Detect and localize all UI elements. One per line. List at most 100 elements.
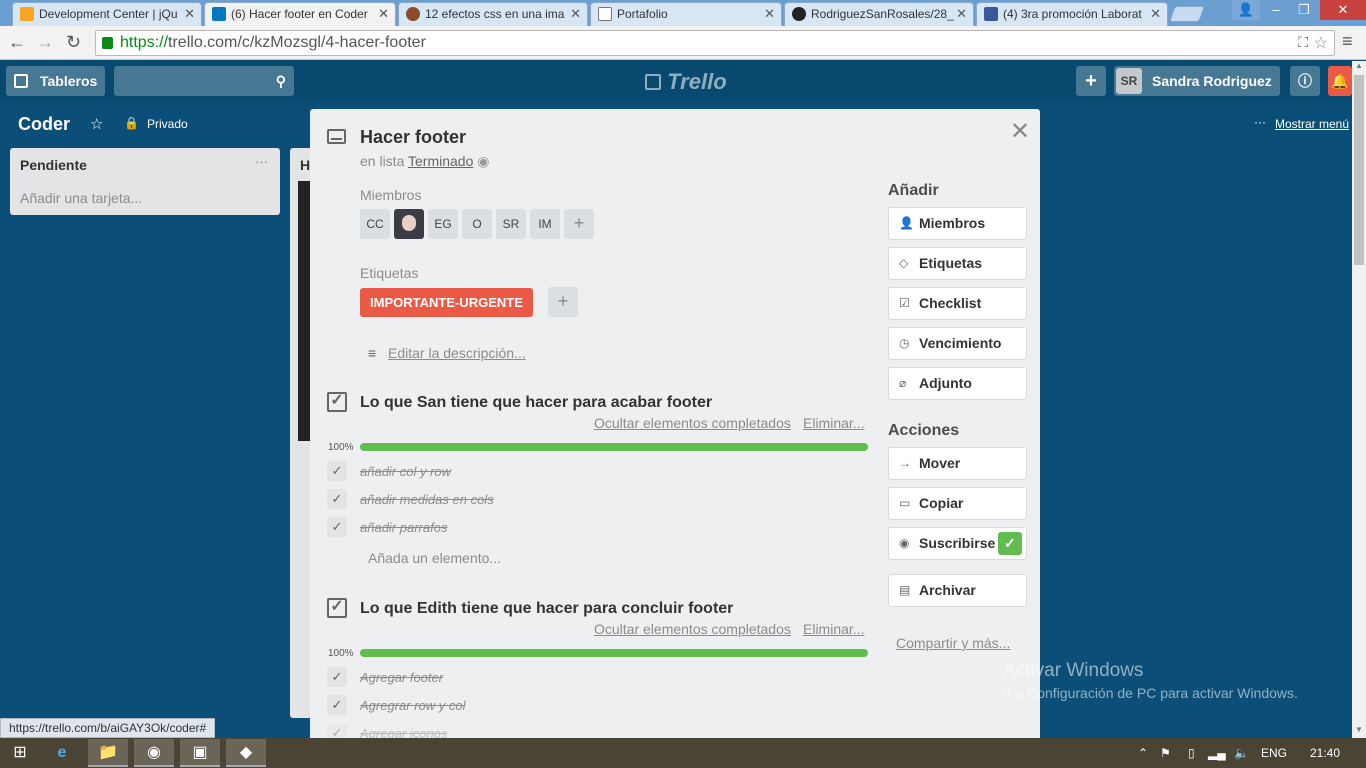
checklist-button[interactable]: ☑ Checklist [888, 287, 1027, 320]
signal-icon[interactable]: ▂▄ [1208, 746, 1226, 760]
app-icon[interactable]: ▣ [180, 739, 220, 767]
close-tab-icon[interactable]: ✕ [570, 3, 581, 25]
volume-icon[interactable]: 🔈 [1234, 746, 1249, 760]
add-card-link[interactable]: Añadir una tarjeta... [20, 190, 142, 206]
browser-tab[interactable]: 12 efectos css en una ima ✕ [398, 2, 588, 26]
members-button[interactable]: 👤 Miembros [888, 207, 1027, 240]
close-icon[interactable]: ✕ [1010, 117, 1030, 146]
share-link[interactable]: Compartir y más... [896, 635, 1010, 651]
hide-completed-link[interactable]: Ocultar elementos completados [594, 415, 791, 431]
labels-button[interactable]: ◇ Etiquetas [888, 247, 1027, 280]
add-item-link[interactable]: Añada un elemento... [368, 550, 501, 566]
git-icon[interactable]: ◆ [226, 739, 266, 767]
member-avatar[interactable]: SR [496, 209, 526, 239]
hide-completed-link[interactable]: Ocultar elementos completados [594, 621, 791, 637]
checkbox-checked[interactable]: ✓ [327, 461, 347, 481]
checklist-title[interactable]: Lo que San tiene que hacer para acabar f… [360, 394, 712, 412]
chrome-menu-icon[interactable]: ≡ [1342, 31, 1353, 52]
show-menu-link[interactable]: Mostrar menú [1275, 117, 1349, 131]
address-bar[interactable]: https://trello.com/c/kzMozsgl/4-hacer-fo… [95, 30, 1335, 56]
due-date-button[interactable]: ◷ Vencimiento [888, 327, 1027, 360]
close-tab-icon[interactable]: ✕ [764, 3, 775, 25]
scrollbar-thumb[interactable] [1354, 75, 1364, 265]
list-title[interactable]: Pendiente [20, 157, 87, 173]
battery-icon[interactable]: ▯ [1188, 746, 1195, 760]
user-menu-button[interactable]: SR Sandra Rodriguez [1114, 66, 1280, 96]
browser-tab[interactable]: RodriguezSanRosales/28_ ✕ [784, 2, 974, 26]
close-tab-icon[interactable]: ✕ [1150, 3, 1161, 25]
new-tab-button[interactable] [1169, 6, 1205, 22]
flag-icon[interactable]: ⚑ [1160, 746, 1171, 760]
browser-tab[interactable]: (4) 3ra promoción Laborat ✕ [976, 2, 1168, 26]
copy-button[interactable]: ▭ Copiar [888, 487, 1027, 520]
add-member-icon[interactable]: + [564, 209, 594, 239]
list-menu-icon[interactable]: ··· [255, 154, 268, 169]
add-icon[interactable]: + [1076, 66, 1106, 96]
board-visibility[interactable]: Privado [147, 117, 188, 131]
archive-button[interactable]: ▤ Archivar [888, 574, 1027, 607]
subscribe-button[interactable]: ◉ Suscribirse ✓ [888, 527, 1027, 560]
checkbox-checked[interactable]: ✓ [327, 667, 347, 687]
move-button[interactable]: → Mover [888, 447, 1027, 480]
chrome-icon[interactable]: ◉ [134, 739, 174, 767]
close-window-button[interactable]: ✕ [1320, 0, 1366, 20]
list-link[interactable]: Terminado [408, 153, 473, 169]
label-chip[interactable]: IMPORTANTE-URGENTE [360, 288, 533, 317]
member-avatar[interactable]: IM [530, 209, 560, 239]
eye-icon: ◉ [899, 536, 910, 550]
language-indicator[interactable]: ENG [1261, 746, 1287, 760]
boards-button[interactable]: Tableros [6, 66, 105, 96]
page-scrollbar[interactable]: ▲ ▼ [1352, 61, 1366, 738]
browser-tab-active[interactable]: (6) Hacer footer en Coder ✕ [204, 2, 396, 26]
maximize-button[interactable]: ❐ [1290, 0, 1318, 20]
checkbox-checked[interactable]: ✓ [327, 723, 347, 738]
browser-tab[interactable]: Development Center | jQu ✕ [12, 2, 202, 26]
back-icon[interactable]: ← [8, 32, 26, 53]
card-title[interactable]: Hacer footer [360, 127, 466, 148]
close-tab-icon[interactable]: ✕ [956, 3, 967, 25]
edit-description-link[interactable]: Editar la descripción... [388, 345, 526, 361]
bookmark-star-icon[interactable]: ☆ [1314, 33, 1328, 53]
member-avatar[interactable]: O [462, 209, 492, 239]
add-label-icon[interactable]: + [548, 287, 578, 317]
minimize-button[interactable]: – [1262, 0, 1290, 20]
checklist-item[interactable]: añadir medidas en cols [360, 492, 494, 507]
translate-icon[interactable]: ⛶ [1298, 34, 1308, 51]
close-tab-icon[interactable]: ✕ [378, 3, 389, 25]
activation-watermark-text: Ir a Configuración de PC para activar Wi… [1003, 685, 1298, 701]
clock[interactable]: 21:40 [1310, 746, 1340, 760]
user-profile-icon[interactable]: 👤 [1232, 0, 1260, 20]
checkbox-checked[interactable]: ✓ [327, 489, 347, 509]
checkbox-checked[interactable]: ✓ [327, 517, 347, 537]
star-icon[interactable]: ☆ [90, 115, 103, 133]
checklist-item[interactable]: añadir parrafos [360, 520, 447, 535]
internet-explorer-icon[interactable]: e [42, 739, 82, 767]
search-input[interactable]: ⚲ [114, 66, 294, 96]
checklist-item[interactable]: Agregar iconos [360, 726, 447, 738]
browser-tab[interactable]: Portafolio ✕ [590, 2, 782, 26]
delete-checklist-link[interactable]: Eliminar... [803, 621, 864, 637]
trello-logo[interactable]: Trello [645, 69, 727, 95]
checklist-item[interactable]: Agregar footer [360, 670, 443, 685]
scroll-down-icon[interactable]: ▼ [1355, 725, 1363, 734]
trello-logo-icon [645, 74, 661, 90]
notifications-bell-icon[interactable]: 🔔 [1328, 66, 1352, 96]
member-avatar-photo[interactable] [394, 209, 424, 239]
delete-checklist-link[interactable]: Eliminar... [803, 415, 864, 431]
member-avatar[interactable]: CC [360, 209, 390, 239]
checklist-item[interactable]: Agregrar row y col [360, 698, 465, 713]
scroll-up-icon[interactable]: ▲ [1355, 61, 1363, 70]
file-explorer-icon[interactable]: 📁 [88, 739, 128, 767]
member-avatar[interactable]: EG [428, 209, 458, 239]
start-windows-icon[interactable]: ⊞ [0, 739, 40, 767]
attachment-button[interactable]: ⌀ Adjunto [888, 367, 1027, 400]
reload-icon[interactable]: ↻ [66, 32, 81, 53]
board-title[interactable]: Coder [18, 114, 70, 135]
info-icon[interactable]: ⓘ [1290, 66, 1320, 96]
checklist-title[interactable]: Lo que Edith tiene que hacer para conclu… [360, 600, 733, 618]
close-tab-icon[interactable]: ✕ [184, 3, 195, 25]
forward-icon[interactable]: → [36, 32, 54, 53]
tray-chevron-icon[interactable]: ⌃ [1138, 746, 1148, 760]
checkbox-checked[interactable]: ✓ [327, 695, 347, 715]
checklist-item[interactable]: añadir col y row [360, 464, 451, 479]
